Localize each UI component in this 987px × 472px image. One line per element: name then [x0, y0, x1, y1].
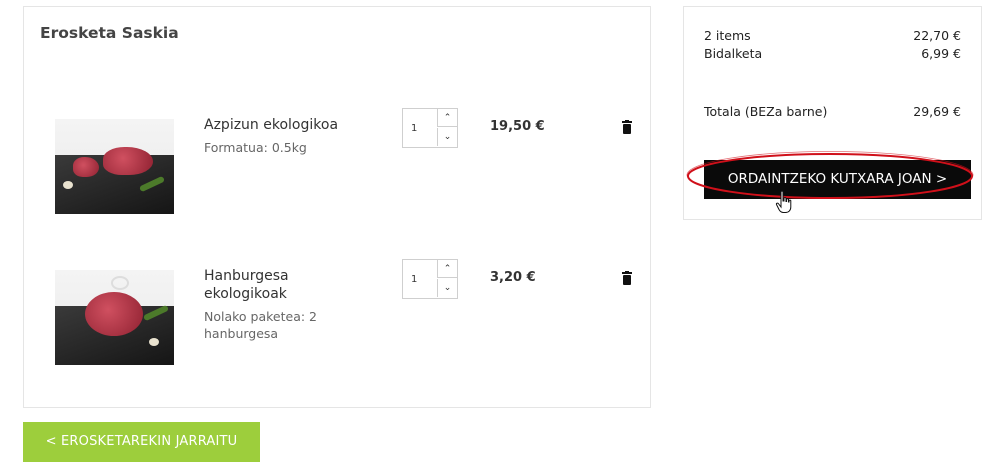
product-image[interactable]: [55, 270, 174, 365]
continue-shopping-button[interactable]: < EROSKETAREKIN JARRAITU: [23, 422, 260, 462]
quantity-stepper: ⌃ ⌄: [402, 259, 458, 299]
product-name[interactable]: Hanburgesa ekologikoak: [204, 267, 314, 303]
cart-panel: Erosketa Saskia Azpizun ekologikoa Forma…: [23, 6, 651, 408]
product-package: Nolako paketea: 2 hanburgesa: [204, 309, 318, 341]
meat-cut-icon: [103, 147, 153, 175]
trash-icon[interactable]: [621, 271, 633, 285]
item-price: 3,20 €: [490, 270, 536, 285]
quantity-input[interactable]: [403, 109, 437, 147]
cart-item: Hanburgesa ekologikoak Nolako paketea: 2…: [24, 259, 650, 378]
cart-title: Erosketa Saskia: [40, 24, 179, 42]
total-row: Totala (BEZa barne) 29,69 €: [704, 104, 961, 120]
burger-patty-icon: [85, 292, 143, 336]
shipping-row: Bidalketa 6,99 €: [704, 46, 961, 62]
shipping-value: 6,99 €: [921, 46, 961, 61]
items-value: 22,70 €: [913, 28, 961, 43]
items-row: 2 items 22,70 €: [704, 28, 961, 44]
chevron-up-icon[interactable]: ⌃: [437, 109, 457, 127]
total-label: Totala (BEZa barne): [704, 104, 828, 119]
chevron-down-icon[interactable]: ⌄: [437, 128, 457, 146]
total-value: 29,69 €: [913, 104, 961, 119]
items-label: 2 items: [704, 28, 751, 43]
product-name[interactable]: Azpizun ekologikoa: [204, 116, 354, 134]
hand-pointer-icon: [775, 190, 792, 213]
chevron-up-icon[interactable]: ⌃: [437, 260, 457, 278]
trash-icon[interactable]: [621, 120, 633, 134]
quantity-stepper: ⌃ ⌄: [402, 108, 458, 148]
order-summary-panel: 2 items 22,70 € Bidalketa 6,99 € Totala …: [683, 6, 982, 220]
product-format: Formatua: 0.5kg: [204, 140, 307, 155]
quantity-input[interactable]: [403, 260, 437, 298]
chevron-down-icon[interactable]: ⌄: [437, 279, 457, 297]
item-price: 19,50 €: [490, 119, 545, 134]
checkout-button[interactable]: ORDAINTZEKO KUTXARA JOAN >: [704, 160, 971, 199]
product-image[interactable]: [55, 119, 174, 214]
shipping-label: Bidalketa: [704, 46, 763, 61]
cart-item: Azpizun ekologikoa Formatua: 0.5kg ⌃ ⌄ 1…: [24, 108, 650, 227]
